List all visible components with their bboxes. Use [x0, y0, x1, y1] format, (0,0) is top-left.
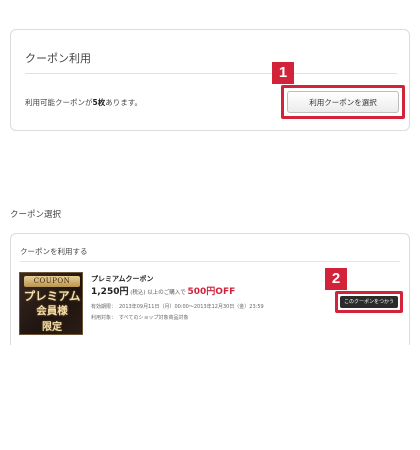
coupon-name: プレミアムクーポン — [91, 275, 154, 283]
period-value: 2013年09月11日（月）00:00～2013年12月30日（金）23:59 — [119, 304, 264, 310]
divider — [25, 73, 397, 74]
coupon-selection-panel: クーポンを利用する COUPON プレミアム 会員様 限定 プレミアムクーポン … — [10, 233, 410, 345]
coupon-selection-heading: クーポン選択 — [10, 210, 62, 220]
available-suffix: あります。 — [105, 98, 142, 107]
available-count: 5枚 — [92, 98, 106, 107]
target-label: 利用対象： — [91, 315, 117, 321]
available-prefix: 利用可能クーポンが — [25, 98, 93, 107]
premium-coupon-image: COUPON プレミアム 会員様 限定 — [19, 272, 83, 335]
coupon-condition: 1,250円 (税込) 以上のご購入で 500円OFF — [91, 284, 235, 297]
coupon-image-line-1: プレミアム — [23, 289, 81, 303]
select-coupon-button[interactable]: 利用クーポンを選択 — [287, 91, 399, 113]
coupon-image-line-2: 会員様 — [36, 305, 68, 317]
highlight-box-step-2: このクーポンをつかう — [335, 291, 403, 313]
condition-text: (税込) 以上のご購入で — [130, 290, 186, 296]
target-value: すべてのショップ対象商品対象 — [119, 315, 189, 321]
discount-amount: 500円OFF — [187, 287, 236, 297]
step-badge-1: 1 — [272, 62, 294, 84]
period-label: 有効期限： — [91, 304, 117, 310]
coupon-usage-title: クーポン利用 — [25, 52, 91, 65]
coupon-image-line-3: 限定 — [42, 322, 62, 333]
divider — [20, 261, 400, 262]
coupon-image-tag: COUPON — [24, 276, 80, 287]
available-coupons-note: 利用可能クーポンが5枚あります。 — [25, 97, 142, 108]
highlight-box-step-1: 利用クーポンを選択 — [281, 85, 405, 119]
coupon-usage-panel: クーポン利用 利用可能クーポンが5枚あります。 利用クーポンを選択 1 — [10, 29, 410, 131]
use-coupon-title: クーポンを利用する — [20, 247, 88, 256]
step-badge-2: 2 — [325, 268, 347, 290]
coupon-target: 利用対象： すべてのショップ対象商品対象 — [91, 314, 188, 321]
condition-amount: 1,250円 — [91, 287, 129, 297]
coupon-period: 有効期限： 2013年09月11日（月）00:00～2013年12月30日（金）2… — [91, 303, 264, 310]
use-this-coupon-button[interactable]: このクーポンをつかう — [340, 296, 398, 308]
